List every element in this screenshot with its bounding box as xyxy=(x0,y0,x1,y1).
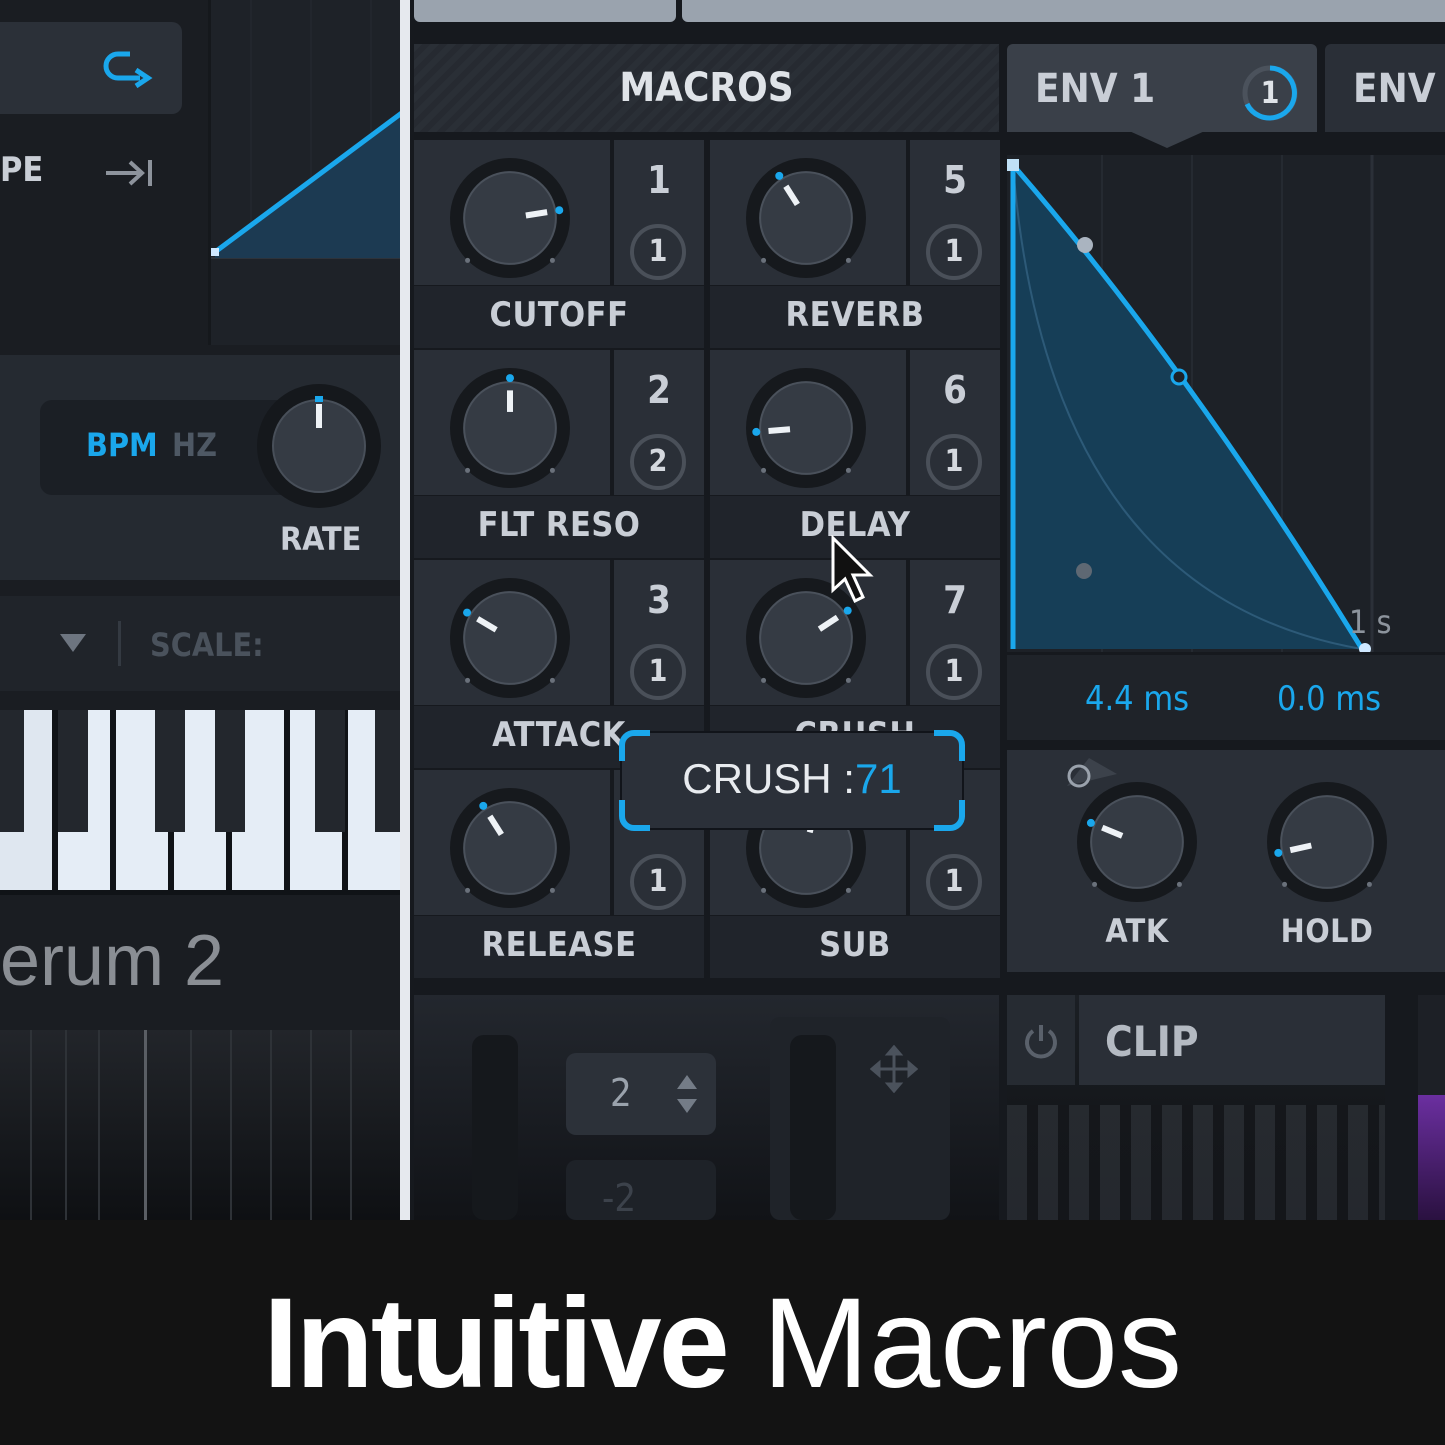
mod-count-badge[interactable]: 2 xyxy=(630,434,686,490)
left-panel: PE BPM HZ RATE SCALE: erum 2 xyxy=(0,0,405,1220)
macro-number: 7 xyxy=(943,578,967,622)
black-key[interactable] xyxy=(215,710,245,832)
env-time-row: 4.4 ms 0.0 ms xyxy=(1007,655,1445,740)
macro-knob[interactable] xyxy=(448,366,572,490)
scale-bar: SCALE: xyxy=(0,596,400,691)
macro-knob[interactable] xyxy=(448,786,572,910)
mouse-cursor-icon xyxy=(831,535,874,604)
mod-count-badge[interactable]: 1 xyxy=(926,434,982,490)
top-tab-a[interactable] xyxy=(414,0,676,22)
caption-bold: Intuitive xyxy=(263,1272,730,1415)
plugin-name: erum 2 xyxy=(0,921,225,1001)
macro-label[interactable]: RELEASE xyxy=(414,916,704,978)
power-icon xyxy=(1025,1025,1057,1059)
value-tooltip: CRUSH :71 xyxy=(619,730,965,831)
macro-cell[interactable]: 1 1 CUTOFF xyxy=(414,140,704,348)
loop-arrow-icon xyxy=(103,51,153,89)
rate-section: BPM HZ RATE xyxy=(0,355,400,580)
macro-grid: 1 1 CUTOFF 5 1 REVERB 2 2 FLT RESO 6 1 D… xyxy=(414,140,1000,978)
vertical-slider[interactable] xyxy=(472,1035,518,1220)
clip-label: CLIP xyxy=(1105,1017,1199,1066)
clip-module: CLIP xyxy=(1007,995,1385,1220)
macro-knob[interactable] xyxy=(448,576,572,700)
black-key[interactable] xyxy=(0,710,24,832)
env1-mod-badge[interactable]: 1 xyxy=(1241,64,1299,122)
hz-option[interactable]: HZ xyxy=(172,426,217,464)
macro-label[interactable]: FLT RESO xyxy=(414,496,704,558)
lower-section: 2 -2 xyxy=(414,995,999,1220)
scale-label[interactable]: SCALE: xyxy=(150,626,264,664)
black-key[interactable] xyxy=(315,710,345,832)
top-tab-b[interactable] xyxy=(682,0,1445,22)
mod-count-badge[interactable]: 1 xyxy=(926,224,982,280)
stepper[interactable]: 2 xyxy=(566,1053,716,1135)
move-icon[interactable] xyxy=(870,1045,918,1093)
macro-label[interactable]: SUB xyxy=(710,916,1000,978)
attack-time-value[interactable]: 4.4 ms xyxy=(1085,679,1189,719)
macro-knob[interactable] xyxy=(448,156,572,280)
black-key[interactable] xyxy=(375,710,400,832)
stepper-value: 2 xyxy=(610,1071,632,1115)
macro-label[interactable]: CUTOFF xyxy=(414,286,704,348)
mod-count-badge[interactable]: 1 xyxy=(926,644,982,700)
mod-count-badge[interactable]: 1 xyxy=(630,644,686,700)
macro-number: 1 xyxy=(647,158,671,202)
up-down-arrows-icon[interactable] xyxy=(674,1071,700,1117)
side-module xyxy=(1418,995,1445,1220)
env-knobs: ATK HOLD xyxy=(1007,750,1445,972)
macro-number: 2 xyxy=(647,368,671,412)
stepper-2[interactable]: -2 xyxy=(566,1160,716,1220)
clip-power-button[interactable] xyxy=(1007,995,1075,1085)
black-key[interactable] xyxy=(155,710,185,832)
mod-count-badge[interactable]: 1 xyxy=(630,854,686,910)
caption-regular: Macros xyxy=(762,1272,1182,1415)
main-area: MACROS 1 1 CUTOFF 5 1 REVERB 2 2 FLT RES… xyxy=(410,0,1445,1220)
rate-label: RATE xyxy=(280,520,362,558)
caption-text: Intuitive Macros xyxy=(0,1270,1445,1417)
macro-number: 5 xyxy=(943,158,967,202)
tab-env1[interactable]: ENV 1 1 xyxy=(1007,44,1317,148)
loop-button[interactable] xyxy=(0,22,182,114)
macro-number: 6 xyxy=(943,368,967,412)
xy-pad[interactable] xyxy=(770,1017,950,1220)
envelope-graph[interactable]: 1 s xyxy=(1007,155,1445,652)
macros-header: MACROS xyxy=(414,44,999,132)
macro-cell[interactable]: 2 2 FLT RESO xyxy=(414,350,704,558)
macro-number: 3 xyxy=(647,578,671,622)
tooltip-value: 71 xyxy=(854,755,902,802)
lfo-graph[interactable] xyxy=(208,0,405,345)
keyboard[interactable] xyxy=(0,710,400,895)
tooltip-param-name: CRUSH : xyxy=(682,755,855,802)
tab-pointer xyxy=(1127,130,1207,148)
macros-title: MACROS xyxy=(619,65,794,111)
macro-knob[interactable] xyxy=(744,156,868,280)
shape-label: PE xyxy=(0,150,44,190)
atk-knob[interactable] xyxy=(1075,780,1199,904)
env1-label: ENV 1 xyxy=(1035,66,1156,112)
black-key[interactable] xyxy=(58,710,88,832)
dropdown-arrow-icon[interactable] xyxy=(58,632,88,654)
hold-knob[interactable] xyxy=(1265,780,1389,904)
atk-label: ATK xyxy=(1105,912,1169,950)
macro-label[interactable]: REVERB xyxy=(710,286,1000,348)
mod-count-badge[interactable]: 1 xyxy=(630,224,686,280)
time-marker: 1 s xyxy=(1349,603,1392,641)
caption-bar: Intuitive Macros xyxy=(0,1220,1445,1445)
macro-knob[interactable] xyxy=(744,366,868,490)
bpm-option[interactable]: BPM xyxy=(86,426,158,464)
clip-meter xyxy=(1007,1105,1385,1220)
skip-end-icon[interactable] xyxy=(104,156,156,190)
tab-env2[interactable]: ENV 2 xyxy=(1325,44,1445,132)
macro-cell[interactable]: 5 1 REVERB xyxy=(710,140,1000,348)
macro-cell[interactable]: 6 1 DELAY xyxy=(710,350,1000,558)
rate-knob[interactable] xyxy=(255,382,383,510)
piano-roll-grid xyxy=(0,1030,400,1220)
split-divider xyxy=(400,0,410,1220)
hold-time-value[interactable]: 0.0 ms xyxy=(1277,679,1381,719)
clip-header[interactable]: CLIP xyxy=(1079,995,1385,1085)
mod-count-badge[interactable]: 1 xyxy=(926,854,982,910)
hold-label: HOLD xyxy=(1280,912,1374,950)
